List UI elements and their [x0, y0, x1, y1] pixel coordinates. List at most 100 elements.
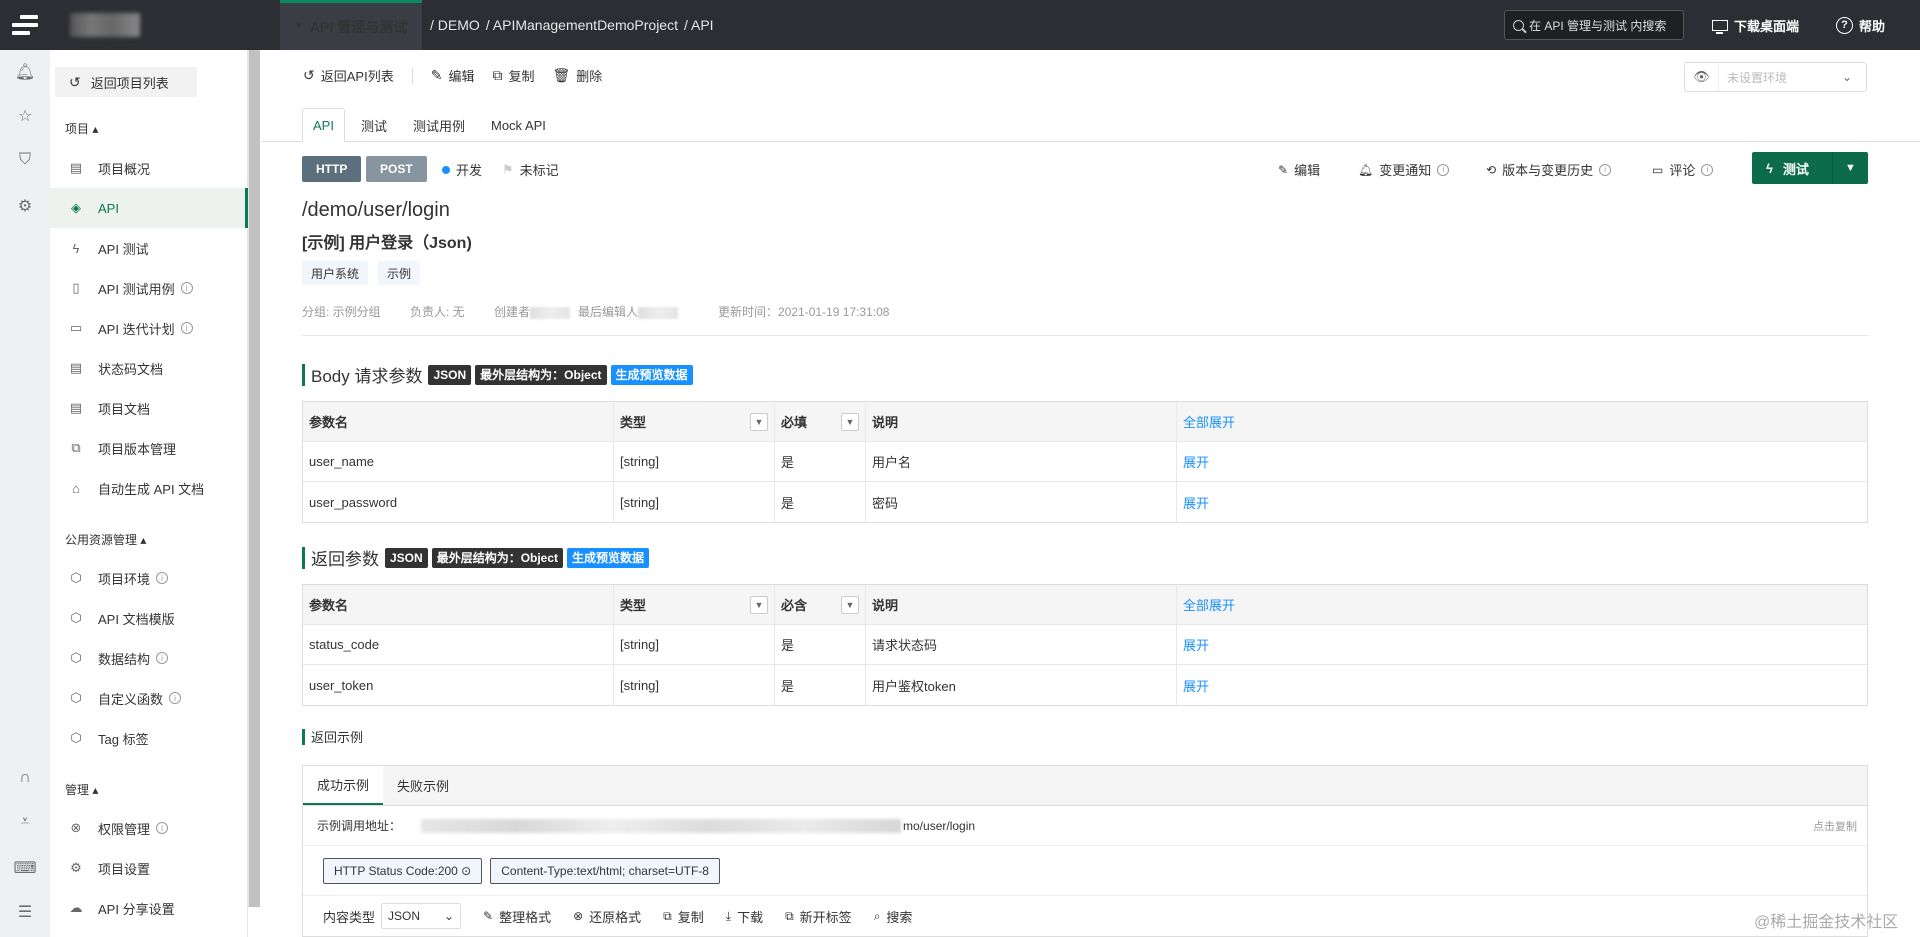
action-version-history[interactable]: ⟲ 版本与变更历史 i — [1486, 160, 1612, 179]
sidebar-section-project[interactable]: 项目 ▴ — [65, 120, 98, 137]
sidebar-item-doc-template[interactable]: ⬡ API 文档模版 — [50, 598, 248, 638]
sidebar-scrollbar[interactable] — [248, 50, 260, 907]
generate-preview-button[interactable]: 生成预览数据 — [567, 547, 650, 568]
test-button-main[interactable]: ϟ 测试 — [1752, 152, 1832, 184]
breadcrumb-item[interactable]: / DEMO — [430, 17, 480, 33]
filter-icon[interactable]: ▼ — [750, 413, 768, 431]
star-icon[interactable]: ☆ — [15, 106, 35, 126]
sidebar-item-tags[interactable]: ⬡ Tag 标签 — [50, 718, 248, 758]
content-type-value: JSON — [388, 909, 421, 923]
api-tag[interactable]: 用户系统 — [302, 261, 369, 285]
sidebar-section-public-resources[interactable]: 公用资源管理 ▴ — [65, 531, 146, 548]
collapse-down-icon[interactable]: ⩡ — [15, 812, 35, 832]
tab-success-example[interactable]: 成功示例 — [303, 766, 384, 805]
open-new-tab-button[interactable]: ⧉ 新开标签 — [785, 907, 852, 926]
sidebar-item-permission[interactable]: ⊗ 权限管理 i — [50, 808, 248, 848]
sidebar-item-overview[interactable]: ▤ 项目概况 — [50, 148, 248, 188]
logo[interactable] — [0, 0, 50, 50]
cube-icon: ⬡ — [70, 570, 82, 585]
shirt-icon[interactable]: ⛉ — [15, 150, 35, 170]
api-tag[interactable]: 示例 — [378, 261, 421, 285]
tab-mock-api[interactable]: Mock API — [481, 108, 556, 142]
section-accent-bar — [302, 363, 305, 386]
click-copy-link[interactable]: 点击复制 — [1813, 818, 1857, 834]
sidebar-item-auto-generate-doc[interactable]: ⌂ 自动生成 API 文档 — [50, 468, 248, 508]
headset-icon[interactable]: ∩ — [15, 768, 35, 788]
chevron-down-icon: ▼ — [294, 21, 304, 32]
test-button[interactable]: ϟ 测试 ▼ — [1752, 152, 1868, 184]
generate-preview-button[interactable]: 生成预览数据 — [610, 364, 693, 385]
back-to-api-list-button[interactable]: ↺ 返回API列表 — [303, 66, 394, 85]
format-button[interactable]: ✎ 整理格式 — [483, 907, 551, 926]
search-example-button[interactable]: ⌕ 搜索 — [874, 907, 913, 926]
protocol-badge: HTTP — [302, 156, 362, 182]
expand-all-link[interactable]: 全部展开 — [1177, 585, 1867, 624]
breadcrumb-item[interactable]: / API — [684, 17, 714, 33]
sidebar-item-status-code-doc[interactable]: ▤ 状态码文档 — [50, 348, 248, 388]
tab-test[interactable]: 测试 — [351, 108, 397, 142]
breadcrumb-item[interactable]: / APIManagementDemoProject — [486, 17, 678, 33]
project-switch[interactable]: ▼ API 管理与测试 — [280, 0, 422, 50]
filter-icon[interactable]: ▼ — [750, 596, 768, 614]
download-example-button[interactable]: ⤓ 下载 — [726, 907, 763, 926]
download-desktop-link[interactable]: 下载桌面端 — [1712, 0, 1799, 50]
logo-icon — [12, 15, 38, 35]
sidebar-item-project-doc[interactable]: ▤ 项目文档 — [50, 388, 248, 428]
bell-icon[interactable]: 🔔︎ — [15, 62, 35, 82]
edit-button[interactable]: ✎ 编辑 — [431, 66, 475, 85]
mark-indicator[interactable]: ⚑ 未标记 — [502, 160, 559, 179]
gear-icon[interactable]: ⚙ — [15, 196, 35, 216]
meta-editor-label: 最后编辑人 — [578, 305, 639, 319]
expand-link[interactable]: 展开 — [1177, 625, 1867, 664]
expand-link[interactable]: 展开 — [1177, 665, 1867, 705]
sidebar-item-data-structure[interactable]: ⬡ 数据结构 i — [50, 638, 248, 678]
sidebar-item-api[interactable]: ◈ API — [50, 188, 248, 228]
sidebar-item-iteration-plan[interactable]: ▭ API 迭代计划 i — [50, 308, 248, 348]
sidebar-item-api-test[interactable]: ϟ API 测试 — [50, 228, 248, 268]
test-dropdown-button[interactable]: ▼ — [1832, 152, 1868, 184]
back-to-projects-button[interactable]: ↺ 返回项目列表 — [55, 67, 197, 97]
delete-button[interactable]: 🗑︎ 删除 — [552, 66, 602, 85]
global-search-input[interactable]: 在 API 管理与测试 内搜索 — [1504, 10, 1684, 40]
action-comment[interactable]: ▭ 评论 i — [1652, 160, 1714, 179]
expand-all-link[interactable]: 全部展开 — [1177, 402, 1867, 441]
eye-icon[interactable]: 👁︎ — [1685, 63, 1719, 91]
action-edit[interactable]: ✎ 编辑 — [1278, 160, 1320, 179]
help-link[interactable]: ? 帮助 — [1836, 0, 1885, 50]
sidebar-item-share-settings[interactable]: ☁ API 分享设置 — [50, 888, 248, 928]
sidebar-item-test-cases[interactable]: ▯ API 测试用例 i — [50, 268, 248, 308]
sidebar-item-project-env[interactable]: ⬡ 项目环境 i — [50, 558, 248, 598]
expand-link[interactable]: 展开 — [1177, 442, 1867, 481]
filter-icon[interactable]: ▼ — [841, 413, 859, 431]
action-change-notify[interactable]: 🔔︎ 变更通知 i — [1358, 160, 1450, 179]
status-indicator[interactable]: 开发 — [442, 160, 482, 179]
environment-select[interactable]: 👁︎ 未设置环境 ⌄ — [1684, 62, 1867, 92]
menu-icon[interactable]: ☰ — [15, 902, 35, 922]
blurred-editor — [638, 306, 679, 319]
sidebar-section-manage[interactable]: 管理 ▴ — [65, 781, 98, 798]
header-required: 必含 ▼ — [775, 585, 866, 624]
sidebar-item-project-settings[interactable]: ⚙ 项目设置 — [50, 848, 248, 888]
action-history-label: 版本与变更历史 — [1502, 163, 1594, 178]
back-to-projects-label: 返回项目列表 — [90, 75, 169, 91]
filter-icon[interactable]: ▼ — [841, 596, 859, 614]
content-type-select[interactable]: JSON ⌄ — [381, 903, 462, 929]
expand-link[interactable]: 展开 — [1177, 482, 1867, 522]
header-param-name: 参数名 — [303, 402, 614, 441]
trash-icon: 🗑︎ — [552, 67, 571, 83]
status-code-badge[interactable]: HTTP Status Code:200 ⊙ — [323, 857, 483, 884]
tab-failure-example[interactable]: 失败示例 — [383, 766, 463, 805]
tab-test-cases[interactable]: 测试用例 — [403, 108, 475, 142]
param-description: 密码 — [866, 482, 1177, 522]
copy-example-button[interactable]: ⧉ 复制 — [663, 907, 704, 926]
tab-api[interactable]: API — [302, 108, 345, 142]
lightning-icon: ϟ — [72, 240, 80, 256]
watermark: @稀土掘金技术社区 — [1754, 914, 1899, 931]
copy-button[interactable]: ⧉ 复制 — [492, 66, 534, 85]
restore-format-button[interactable]: ⊗ 还原格式 — [573, 907, 641, 926]
version-icon: ⧉ — [71, 440, 81, 455]
keyboard-icon[interactable]: ⌨ — [13, 858, 36, 878]
table-row: status_code [string] 是 请求状态码 展开 — [303, 625, 1867, 665]
sidebar-item-custom-function[interactable]: ⬡ 自定义函数 i — [50, 678, 248, 718]
sidebar-item-version-management[interactable]: ⧉ 项目版本管理 — [50, 428, 248, 468]
